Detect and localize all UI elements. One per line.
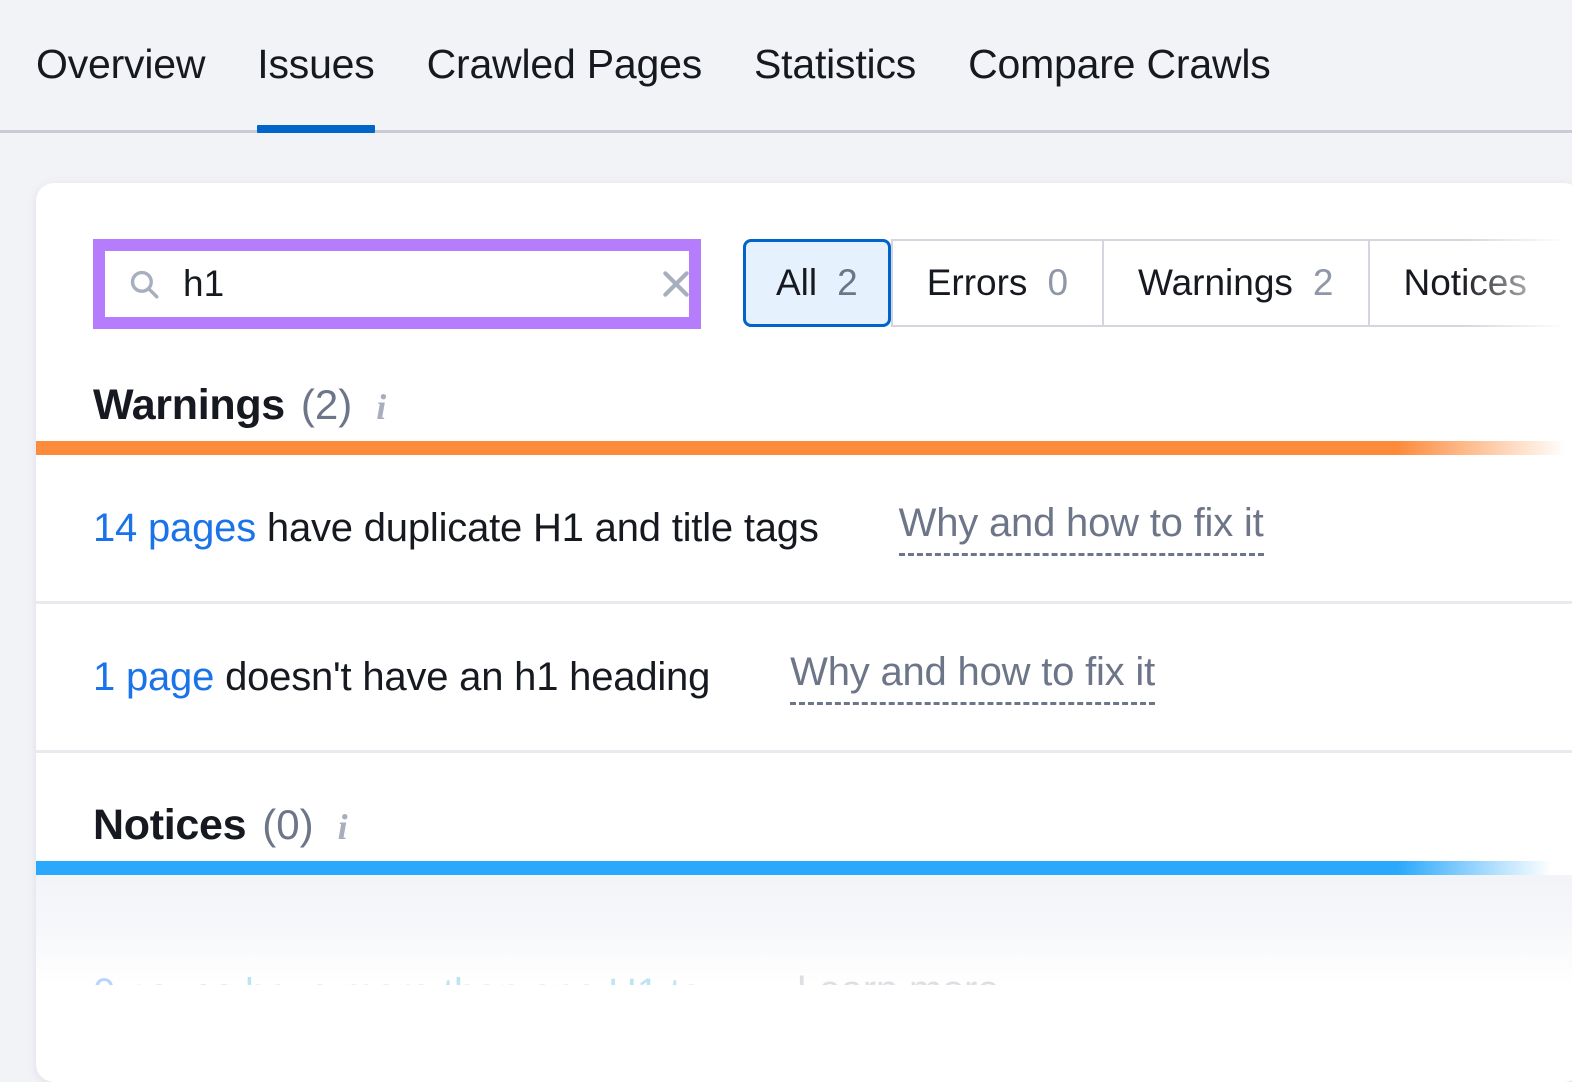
table-row[interactable]: 1 page doesn't have an h1 heading Why an… — [36, 604, 1572, 753]
notices-severity-bar — [36, 861, 1572, 875]
main-tab-bar: Overview Issues Crawled Pages Statistics… — [0, 0, 1572, 133]
filter-all-count: 2 — [837, 262, 858, 304]
tab-statistics-label: Statistics — [754, 41, 916, 88]
info-icon[interactable]: i — [338, 806, 348, 848]
close-icon[interactable] — [659, 267, 693, 301]
issue-description: 0 pages have more than one H1 tag — [93, 971, 725, 985]
issue-description: 1 page doesn't have an h1 heading — [93, 655, 710, 700]
filter-warnings-count: 2 — [1313, 262, 1334, 304]
tab-compare-crawls-label: Compare Crawls — [968, 41, 1271, 88]
table-row[interactable]: 0 pages have more than one H1 tag Learn … — [36, 919, 1572, 985]
issue-pages-link[interactable]: 14 pages — [93, 506, 256, 550]
issue-description: 14 pages have duplicate H1 and title tag… — [93, 506, 819, 551]
filter-notices-label: Notices — [1404, 262, 1527, 304]
tab-statistics[interactable]: Statistics — [754, 0, 916, 133]
warnings-title: Warnings — [93, 381, 285, 430]
why-and-how-to-fix-link[interactable]: Why and how to fix it — [899, 501, 1264, 556]
tab-issues[interactable]: Issues — [257, 0, 374, 133]
notices-title: Notices — [93, 801, 246, 850]
filter-errors-count: 0 — [1047, 262, 1068, 304]
tab-overview[interactable]: Overview — [36, 0, 205, 133]
severity-filter-group: All 2 Errors 0 Warnings 2 Notices — [743, 239, 1572, 327]
notices-fade-region: 0 pages have more than one H1 tag Learn … — [36, 875, 1572, 985]
issue-pages-link[interactable]: 1 page — [93, 655, 214, 699]
warnings-count: (2) — [301, 381, 352, 429]
search-input[interactable] — [183, 263, 659, 305]
warnings-section-header: Warnings (2) i — [36, 333, 1572, 441]
filter-toolbar: All 2 Errors 0 Warnings 2 Notices — [36, 183, 1572, 333]
filter-notices[interactable]: Notices — [1368, 239, 1572, 327]
filter-errors-label: Errors — [927, 262, 1028, 304]
table-row[interactable]: 14 pages have duplicate H1 and title tag… — [36, 455, 1572, 604]
tab-issues-label: Issues — [257, 41, 374, 88]
search-icon — [127, 267, 161, 301]
tab-compare-crawls[interactable]: Compare Crawls — [968, 0, 1271, 133]
why-and-how-to-fix-link[interactable]: Why and how to fix it — [790, 650, 1155, 705]
filter-errors[interactable]: Errors 0 — [891, 239, 1102, 327]
filter-warnings-label: Warnings — [1138, 262, 1293, 304]
issues-panel: All 2 Errors 0 Warnings 2 Notices Warnin… — [36, 183, 1572, 1082]
tab-overview-label: Overview — [36, 41, 205, 88]
notices-count: (0) — [262, 801, 313, 849]
filter-warnings[interactable]: Warnings 2 — [1102, 239, 1367, 327]
issue-rest-text: have more than one H1 tag — [234, 971, 725, 985]
issue-rest-text: have duplicate H1 and title tags — [256, 506, 819, 550]
notices-section-header: Notices (0) i — [36, 753, 1572, 861]
warnings-severity-bar — [36, 441, 1572, 455]
issue-rest-text: doesn't have an h1 heading — [214, 655, 710, 699]
issue-pages-link[interactable]: 0 pages — [93, 971, 234, 985]
tab-crawled-pages[interactable]: Crawled Pages — [427, 0, 702, 133]
learn-more-link[interactable]: Learn more — [797, 968, 1000, 986]
tab-crawled-pages-label: Crawled Pages — [427, 41, 702, 88]
filter-all[interactable]: All 2 — [743, 239, 891, 327]
search-field-highlight — [93, 239, 701, 329]
filter-all-label: All — [776, 262, 817, 304]
info-icon[interactable]: i — [376, 386, 386, 428]
search-box[interactable] — [105, 251, 689, 317]
